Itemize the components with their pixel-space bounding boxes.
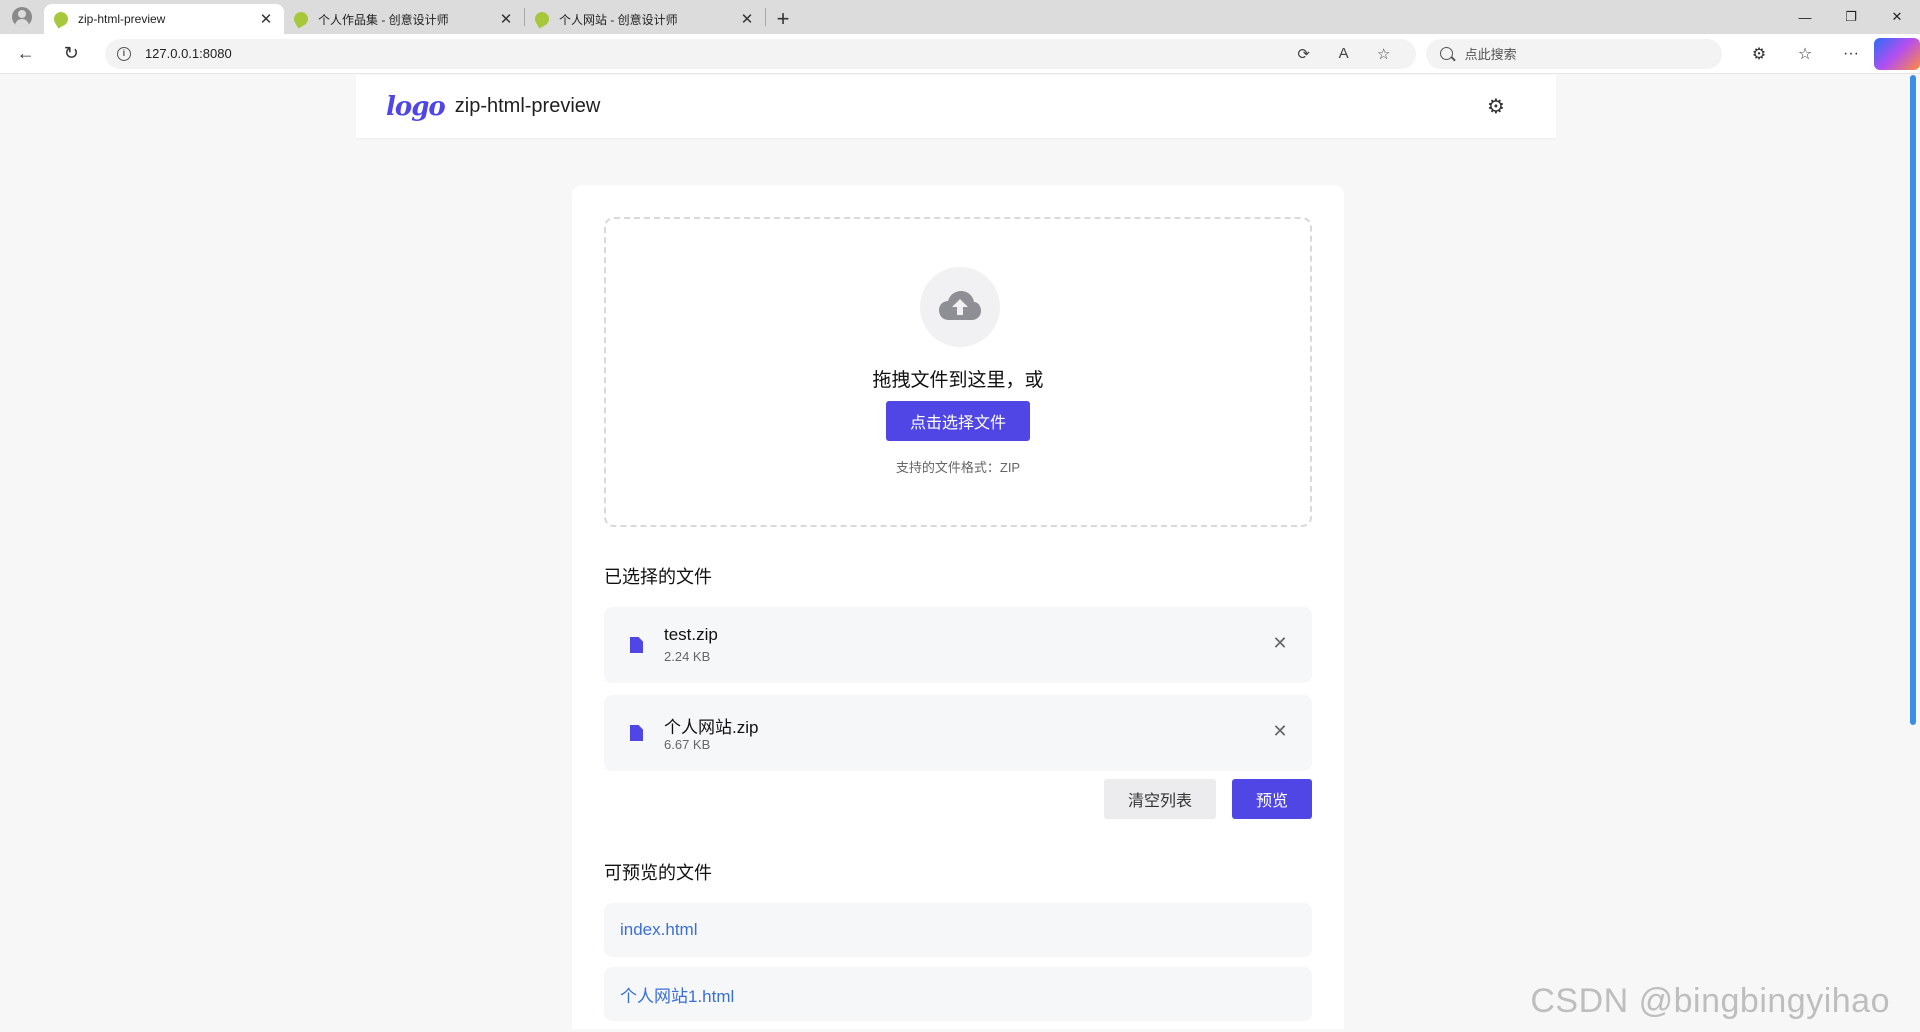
minimize-button[interactable]: —: [1782, 0, 1828, 34]
extensions-icon[interactable]: ⚙: [1736, 38, 1782, 70]
leaf-favicon-icon: [532, 9, 552, 29]
file-name: test.zip: [664, 625, 718, 644]
browser-tab-bar: zip-html-preview ✕ 个人作品集 - 创意设计师 ✕ 个人网站 …: [0, 0, 1920, 34]
leaf-favicon-icon: [291, 9, 311, 29]
previewable-file-link[interactable]: index.html: [604, 903, 1312, 957]
copilot-button[interactable]: [1874, 37, 1920, 70]
close-window-button[interactable]: ✕: [1874, 0, 1920, 34]
tab-close-icon[interactable]: ✕: [258, 10, 274, 28]
file-icon: [630, 725, 643, 741]
site-info-icon[interactable]: i: [116, 46, 131, 61]
app-logo: logo: [386, 91, 446, 122]
url-text[interactable]: 127.0.0.1:8080: [145, 46, 1284, 61]
tab-title: 个人网站 - 创意设计师: [559, 12, 678, 27]
watermark: CSDN @bingbingyihao: [1530, 982, 1890, 1020]
settings-gear-icon[interactable]: ⚙: [1486, 97, 1506, 117]
favorite-star-icon[interactable]: ☆: [1364, 45, 1404, 63]
supported-formats: 支持的文件格式：ZIP: [895, 460, 1021, 475]
search-placeholder: 点此搜索: [1464, 47, 1517, 62]
browser-tab-portfolio[interactable]: 个人作品集 - 创意设计师 ✕: [284, 4, 524, 34]
file-size: 6.67 KB: [664, 737, 711, 752]
window-controls: — ❐ ✕: [1782, 0, 1920, 34]
remove-file-icon[interactable]: ✕: [1270, 633, 1290, 654]
browser-search-input[interactable]: 点此搜索: [1425, 38, 1722, 69]
selected-file-item: test.zip 2.24 KB ✕: [604, 607, 1312, 683]
tab-title: zip-html-preview: [78, 12, 166, 26]
back-button[interactable]: ←: [6, 38, 45, 70]
toolbar-icons: ⚙ ☆ ···: [1736, 37, 1920, 70]
upload-icon-circle: [920, 267, 1000, 347]
clear-list-button[interactable]: 清空列表: [1104, 779, 1216, 819]
file-icon: [630, 637, 643, 653]
address-bar-row: ← ↻ i 127.0.0.1:8080 ⟳ A ☆ 点此搜索 ⚙ ☆ ···: [0, 34, 1920, 74]
reload-button[interactable]: ↻: [51, 38, 90, 70]
url-field[interactable]: i 127.0.0.1:8080 ⟳ A ☆: [104, 38, 1416, 69]
browser-tab-personal-site[interactable]: 个人网站 - 创意设计师 ✕: [525, 4, 765, 34]
search-icon: [1439, 47, 1453, 60]
app-header: logo zip-html-preview ⚙: [356, 75, 1556, 139]
drop-instruction: 拖拽文件到这里，或: [872, 370, 1044, 391]
new-tab-button[interactable]: +: [766, 4, 800, 34]
cloud-upload-icon: [939, 291, 981, 320]
scrollbar-thumb[interactable]: [1910, 75, 1916, 725]
more-menu-icon[interactable]: ···: [1828, 38, 1874, 70]
page-viewport: logo zip-html-preview ⚙ 拖拽文件到这里，或 点击选择文件…: [4, 75, 1902, 1029]
previewable-file-link[interactable]: 个人网站1.html: [604, 967, 1312, 1021]
selected-files-heading: 已选择的文件: [604, 567, 712, 587]
file-drop-zone[interactable]: 拖拽文件到这里，或 点击选择文件 支持的文件格式：ZIP: [604, 217, 1312, 527]
select-file-button[interactable]: 点击选择文件: [886, 401, 1030, 441]
tab-title: 个人作品集 - 创意设计师: [318, 12, 449, 27]
upload-card: 拖拽文件到这里，或 点击选择文件 支持的文件格式：ZIP 已选择的文件 test…: [572, 185, 1344, 1029]
file-size: 2.24 KB: [664, 649, 711, 664]
remove-file-icon[interactable]: ✕: [1270, 721, 1290, 742]
restore-button[interactable]: ❐: [1828, 0, 1874, 34]
preview-button[interactable]: 预览: [1232, 779, 1312, 819]
page-scrollbar[interactable]: [1902, 75, 1920, 1029]
profile-button[interactable]: [0, 0, 44, 34]
favorites-icon[interactable]: ☆: [1782, 38, 1828, 70]
copilot-icon: [1874, 37, 1920, 70]
browser-tab-zip-html-preview[interactable]: zip-html-preview ✕: [44, 4, 284, 34]
translate-icon[interactable]: ⟳: [1284, 45, 1324, 63]
tab-close-icon[interactable]: ✕: [498, 10, 514, 28]
file-name: 个人网站.zip: [664, 718, 759, 737]
selected-file-item: 个人网站.zip 6.67 KB ✕: [604, 695, 1312, 771]
profile-icon: [12, 7, 32, 27]
tab-close-icon[interactable]: ✕: [739, 10, 755, 28]
leaf-favicon-icon: [51, 9, 71, 29]
app-title: zip-html-preview: [454, 95, 601, 117]
previewable-files-heading: 可预览的文件: [604, 863, 712, 883]
read-aloud-icon[interactable]: A: [1324, 45, 1364, 62]
